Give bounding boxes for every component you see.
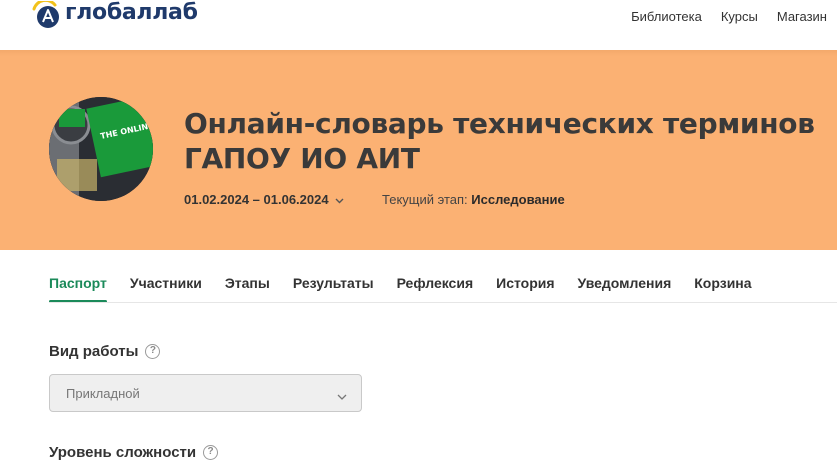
chevron-down-icon: [335, 192, 344, 207]
project-avatar: THE ONLINE DICTIONARY: [49, 97, 153, 201]
tab-history[interactable]: История: [496, 275, 554, 303]
tab-trash[interactable]: Корзина: [694, 275, 751, 303]
top-navigation-bar: глобаллаб Библиотека Курсы Магазин: [0, 0, 837, 50]
current-stage-label: Текущий этап:: [382, 192, 468, 207]
hero-top-shadow: [0, 50, 837, 56]
project-title: Онлайн-словарь технических терминов ГАПО…: [184, 107, 815, 175]
nav-link-library[interactable]: Библиотека: [631, 8, 702, 26]
project-dates: 01.02.2024 – 01.06.2024: [184, 192, 329, 207]
globallab-logo-icon: [31, 0, 61, 31]
project-dates-dropdown[interactable]: 01.02.2024 – 01.06.2024: [184, 192, 344, 207]
nav-link-shop[interactable]: Магазин: [777, 8, 827, 26]
difficulty-field-label: Уровень сложности ?: [49, 444, 219, 460]
tab-stages[interactable]: Этапы: [225, 275, 270, 303]
current-stage: Текущий этап: Исследование: [382, 192, 565, 207]
tab-reflection[interactable]: Рефлексия: [397, 275, 474, 303]
work-type-selected-value: Прикладной: [66, 386, 140, 401]
chevron-down-icon: [337, 388, 347, 406]
tab-passport[interactable]: Паспорт: [49, 275, 107, 303]
tab-participants[interactable]: Участники: [130, 275, 202, 303]
tab-notifications[interactable]: Уведомления: [578, 275, 672, 303]
tab-results[interactable]: Результаты: [293, 275, 374, 303]
globallab-logo[interactable]: глобаллаб: [31, 0, 198, 32]
project-tabs: Паспорт Участники Этапы Результаты Рефле…: [49, 275, 775, 303]
difficulty-label: Уровень сложности: [49, 444, 197, 460]
work-type-field-label: Вид работы ?: [49, 343, 161, 360]
help-icon[interactable]: ?: [203, 445, 219, 460]
main-nav: Библиотека Курсы Магазин: [631, 8, 827, 26]
work-type-label: Вид работы: [49, 343, 139, 360]
tabs-divider: [49, 302, 837, 303]
help-icon[interactable]: ?: [145, 344, 161, 359]
work-type-select[interactable]: Прикладной: [49, 374, 362, 412]
current-stage-value: Исследование: [471, 192, 565, 207]
nav-link-courses[interactable]: Курсы: [721, 8, 758, 26]
logo-text: глобаллаб: [65, 0, 198, 25]
